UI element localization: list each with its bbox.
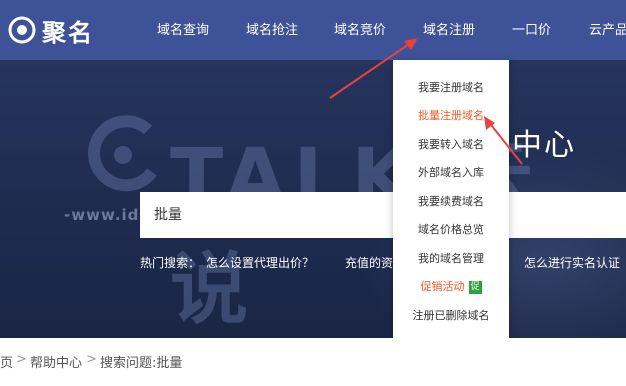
search-input[interactable]: 批量 <box>154 192 182 238</box>
hot-search-link-recharge[interactable]: 充值的资 <box>345 254 393 271</box>
nav-item-domain-register[interactable]: 域名注册 <box>423 0 475 60</box>
breadcrumb-help-center[interactable]: 帮助中心 <box>30 352 82 371</box>
nav-item-fixed-price[interactable]: 一口价 <box>512 0 551 60</box>
nav-item-domain-snap[interactable]: 域名抢注 <box>246 0 298 60</box>
hot-search-label: 热门搜索： <box>140 256 201 270</box>
menu-item-external-import[interactable]: 外部域名入库 <box>393 164 509 180</box>
top-nav-bar: 聚名 域名查询 域名抢注 域名竞价 域名注册 一口价 云产品 <box>0 0 626 60</box>
menu-item-promotions[interactable]: 促销活动促 <box>393 278 509 294</box>
logo-text: 聚名 <box>42 18 94 47</box>
hot-search-link-proxy-bid[interactable]: 怎么设置代理出价？ <box>206 254 314 271</box>
help-center-banner: TALK 云说 助中心 -www.idctalk.com-国内专业云计算交流服务… <box>0 60 626 338</box>
menu-item-register-deleted[interactable]: 注册已删除域名 <box>393 307 509 323</box>
watermark-logo-icon <box>88 115 157 192</box>
promo-badge: 促 <box>468 281 482 294</box>
breadcrumb-current: 搜索问题:批量 <box>100 356 183 371</box>
logo[interactable]: 聚名 <box>6 14 94 47</box>
menu-item-bulk-register[interactable]: 批量注册域名 <box>393 107 509 123</box>
menu-item-transfer-in[interactable]: 我要转入域名 <box>393 136 509 152</box>
breadcrumb-separator: > <box>86 352 97 367</box>
nav-item-domain-auction[interactable]: 域名竞价 <box>334 0 386 60</box>
breadcrumb-home[interactable]: 页 <box>0 352 13 371</box>
promo-label: 促销活动 <box>420 280 465 293</box>
breadcrumb-separator: > <box>16 352 27 367</box>
menu-item-my-domains[interactable]: 我的域名管理 <box>393 250 509 266</box>
menu-item-price-overview[interactable]: 域名价格总览 <box>393 221 509 237</box>
menu-item-renew-domain[interactable]: 我要续费域名 <box>393 193 509 209</box>
nav-item-cloud-products[interactable]: 云产品 <box>589 0 626 60</box>
juming-logo-mark-icon <box>8 16 36 44</box>
breadcrumb: 页 > 帮助中心 > 搜索问题:批量 <box>0 338 626 386</box>
menu-item-register-domain[interactable]: 我要注册域名 <box>393 79 509 95</box>
hot-search-link-real-name[interactable]: 怎么进行实名认证 <box>524 254 620 271</box>
register-dropdown-menu: 我要注册域名 批量注册域名 我要转入域名 外部域名入库 我要续费域名 域名价格总… <box>393 60 509 346</box>
help-search-box[interactable]: 批量 <box>140 192 626 238</box>
nav-item-domain-search[interactable]: 域名查询 <box>157 0 209 60</box>
